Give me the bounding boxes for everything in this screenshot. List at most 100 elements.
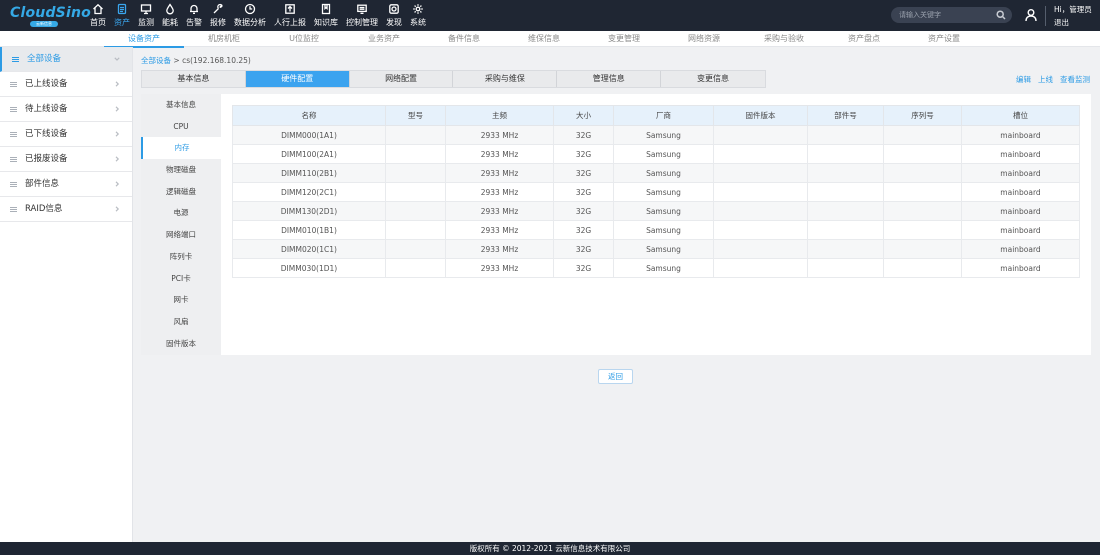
table-cell: Samsung: [613, 144, 714, 164]
col-header[interactable]: 部件号: [807, 105, 884, 126]
sidebar-item-all-devices[interactable]: 全部设备: [0, 47, 132, 72]
subnav-purchase[interactable]: 采购与验收: [744, 31, 824, 47]
logout-link[interactable]: 退出: [1054, 17, 1069, 28]
nav-knowledge[interactable]: 知识库: [310, 0, 342, 31]
col-header[interactable]: 序列号: [883, 105, 962, 126]
hw-tab-logical-disk[interactable]: 逻辑磁盘: [141, 181, 221, 203]
user-icon[interactable]: [1024, 8, 1038, 22]
bell-icon: [190, 4, 198, 14]
subnav-u-monitor[interactable]: U位监控: [264, 31, 344, 47]
sidebar-item-raid[interactable]: RAID信息: [0, 197, 132, 222]
hw-tab-nic[interactable]: 网卡: [141, 289, 221, 311]
upload-icon: [285, 4, 295, 14]
search-input[interactable]: [899, 9, 989, 21]
tab-purchase-maintenance[interactable]: 采购与维保: [453, 71, 558, 87]
col-header[interactable]: 厂商: [613, 105, 714, 126]
hw-tab-basic[interactable]: 基本信息: [141, 94, 221, 116]
table-cell: Samsung: [613, 163, 714, 183]
tab-change[interactable]: 变更信息: [661, 71, 765, 87]
nav-monitor[interactable]: 监测: [134, 0, 158, 31]
search-box: [891, 7, 1012, 23]
top-bar: CloudSino 云新信息 首页 资产 监测 能耗 告警 报修 数据分析 人行…: [0, 0, 1100, 31]
col-header[interactable]: 槽位: [961, 105, 1080, 126]
hw-tab-cpu[interactable]: CPU: [141, 116, 221, 138]
nav-analysis[interactable]: 数据分析: [230, 0, 270, 31]
table-cell: [385, 182, 446, 202]
sidebar-item-pending[interactable]: 待上线设备: [0, 97, 132, 122]
subnav-device-assets[interactable]: 设备资产: [104, 31, 184, 48]
subnav-business-assets[interactable]: 业务资产: [344, 31, 424, 47]
tab-management[interactable]: 管理信息: [557, 71, 662, 87]
back-button[interactable]: 返回: [598, 369, 633, 384]
nav-report[interactable]: 人行上报: [270, 0, 310, 31]
nav-repair[interactable]: 报修: [206, 0, 230, 31]
tab-hardware[interactable]: 硬件配置: [245, 71, 350, 87]
subnav-room-rack[interactable]: 机房机柜: [184, 31, 264, 47]
logo[interactable]: CloudSino 云新信息: [10, 4, 91, 28]
table-cell: [385, 258, 446, 278]
sidebar-item-scrapped[interactable]: 已报废设备: [0, 147, 132, 172]
nav-control[interactable]: 控制管理: [342, 0, 382, 31]
nav-energy[interactable]: 能耗: [158, 0, 182, 31]
search-icon[interactable]: [996, 10, 1006, 20]
bmc-icon: [357, 4, 367, 14]
sidebar-item-offline[interactable]: 已下线设备: [0, 122, 132, 147]
table-cell: [385, 220, 446, 240]
table-cell: 32G: [553, 144, 614, 164]
table-row[interactable]: DIMM010(1B1) 2933 MHz 32G Samsung mainboard: [232, 220, 1080, 240]
breadcrumb-root[interactable]: 全部设备: [141, 56, 171, 65]
table-cell: 32G: [553, 201, 614, 221]
table-cell: [883, 220, 962, 240]
hw-tab-power[interactable]: 电源: [141, 202, 221, 224]
hw-tab-memory[interactable]: 内存: [141, 137, 221, 160]
edit-link[interactable]: 编辑: [1016, 74, 1031, 85]
hw-tab-raid-card[interactable]: 阵列卡: [141, 246, 221, 268]
col-header[interactable]: 主频: [445, 105, 554, 126]
detail-tabs: 基本信息 硬件配置 网络配置 采购与维保 管理信息 变更信息: [141, 70, 766, 88]
hw-tab-fan[interactable]: 风扇: [141, 311, 221, 333]
tab-network[interactable]: 网络配置: [350, 71, 454, 87]
subnav-inventory[interactable]: 资产盘点: [824, 31, 904, 47]
nav-assets[interactable]: 资产: [110, 0, 134, 31]
sidebar-item-online[interactable]: 已上线设备: [0, 72, 132, 97]
online-link[interactable]: 上线: [1038, 74, 1053, 85]
hw-tab-network-port[interactable]: 网络端口: [141, 224, 221, 246]
subnav-spare-parts[interactable]: 备件信息: [424, 31, 504, 47]
subnav-asset-settings[interactable]: 资产设置: [904, 31, 984, 47]
hw-tab-firmware[interactable]: 固件版本: [141, 333, 221, 355]
subnav-maintenance[interactable]: 维保信息: [504, 31, 584, 47]
table-row[interactable]: DIMM110(2B1) 2933 MHz 32G Samsung mainboard: [232, 163, 1080, 183]
table-cell: mainboard: [961, 125, 1080, 145]
table-row[interactable]: DIMM100(2A1) 2933 MHz 32G Samsung mainboard: [232, 144, 1080, 164]
nav-discover[interactable]: 发现: [382, 0, 406, 31]
nav-system[interactable]: 系统: [406, 0, 430, 31]
nav-alarm[interactable]: 告警: [182, 0, 206, 31]
list-icon: [10, 132, 17, 137]
chevron-right-icon: [115, 206, 120, 212]
nav-home[interactable]: 首页: [86, 0, 110, 31]
col-header[interactable]: 型号: [385, 105, 446, 126]
col-header[interactable]: 大小: [553, 105, 614, 126]
table-row[interactable]: DIMM000(1A1) 2933 MHz 32G Samsung mainboard: [232, 125, 1080, 145]
gear-icon: [413, 4, 423, 14]
table-row[interactable]: DIMM120(2C1) 2933 MHz 32G Samsung mainboard: [232, 182, 1080, 202]
table-row[interactable]: DIMM130(2D1) 2933 MHz 32G Samsung mainboard: [232, 201, 1080, 221]
table-cell: Samsung: [613, 220, 714, 240]
drop-icon: [166, 3, 174, 15]
view-monitor-link[interactable]: 查看监测: [1060, 74, 1090, 85]
subnav-network-resources[interactable]: 网络资源: [664, 31, 744, 47]
hw-tab-physical-disk[interactable]: 物理磁盘: [141, 159, 221, 181]
table-cell: 2933 MHz: [445, 125, 554, 145]
col-header[interactable]: 名称: [232, 105, 386, 126]
table-row[interactable]: DIMM030(1D1) 2933 MHz 32G Samsung mainboard: [232, 258, 1080, 278]
table-cell: [713, 239, 808, 259]
table-cell: DIMM010(1B1): [232, 220, 386, 240]
subnav-change-mgmt[interactable]: 变更管理: [584, 31, 664, 47]
header-divider: [1045, 6, 1046, 26]
sidebar-item-components[interactable]: 部件信息: [0, 172, 132, 197]
table-cell: DIMM120(2C1): [232, 182, 386, 202]
hw-tab-pci-card[interactable]: PCI卡: [141, 268, 221, 290]
table-row[interactable]: DIMM020(1C1) 2933 MHz 32G Samsung mainboard: [232, 239, 1080, 259]
col-header[interactable]: 固件版本: [713, 105, 808, 126]
tab-basic-info[interactable]: 基本信息: [142, 71, 246, 87]
